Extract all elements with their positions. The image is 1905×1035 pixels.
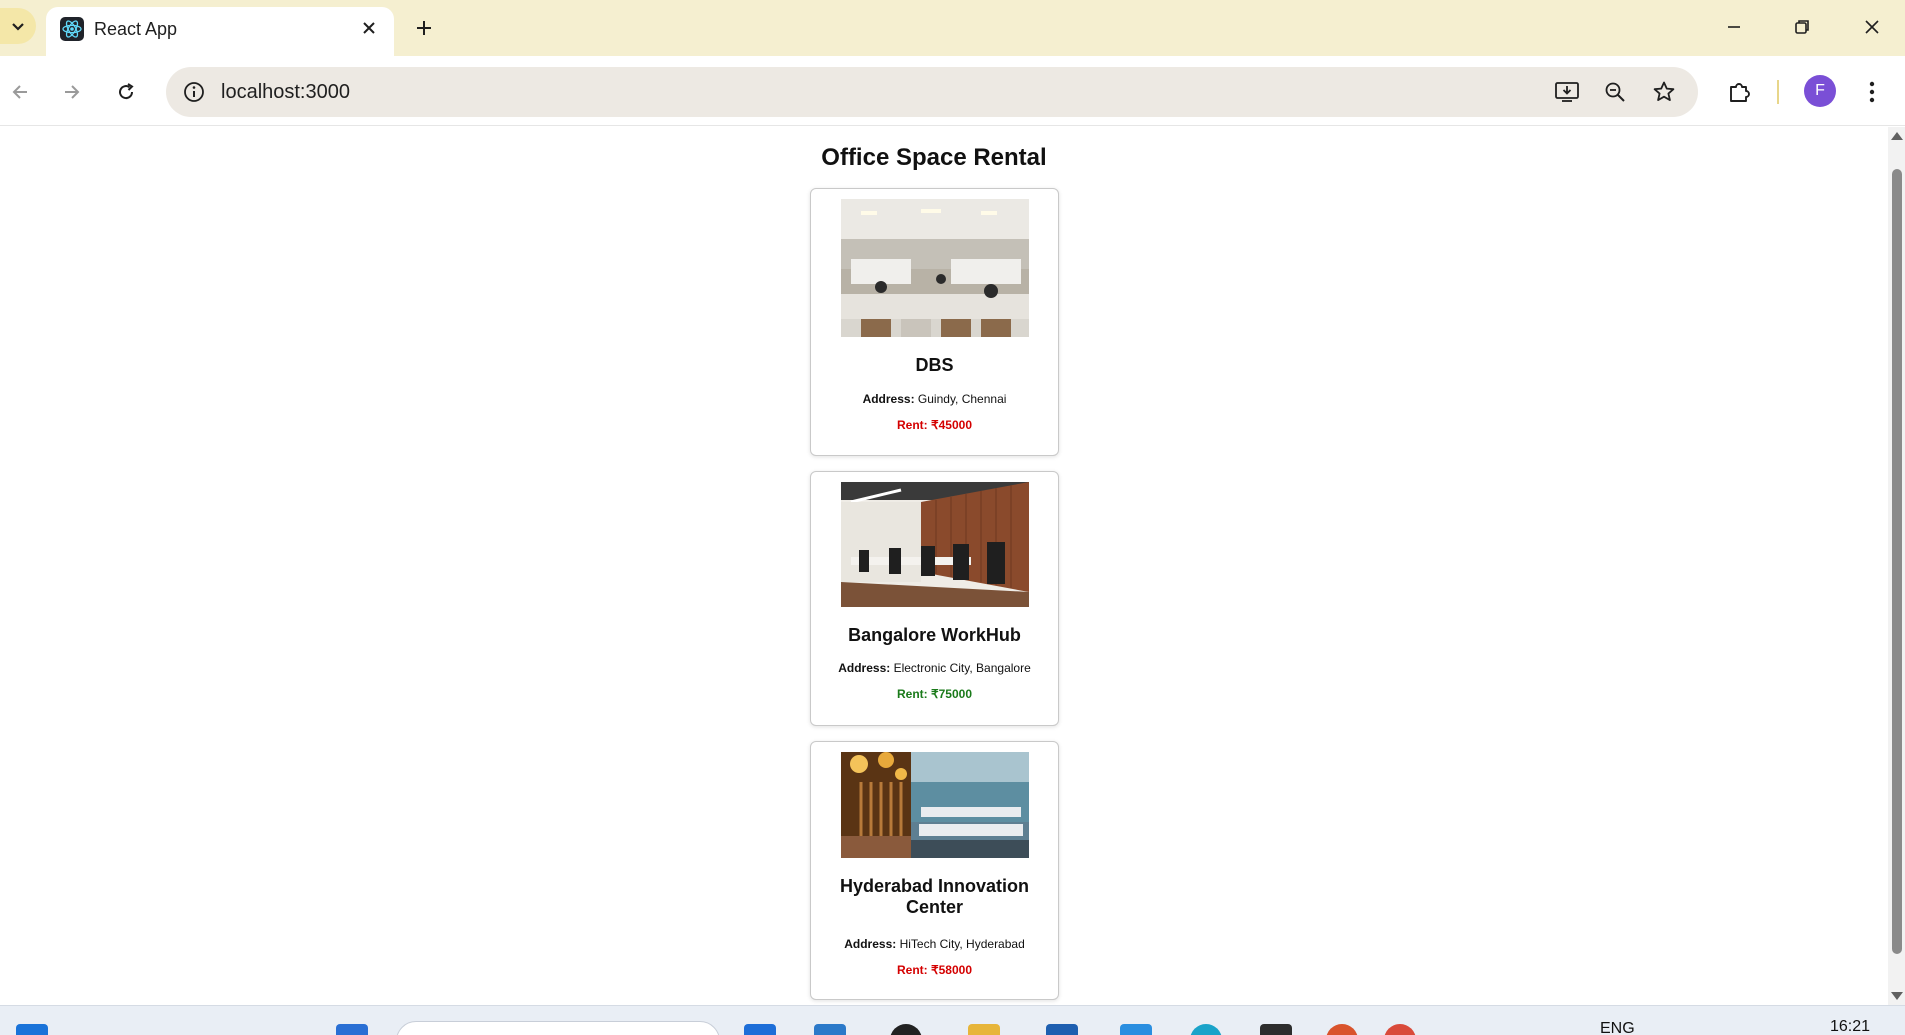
toolbar-divider <box>1777 80 1779 104</box>
scroll-up-arrow-icon[interactable] <box>1891 132 1903 140</box>
minimize-icon <box>1728 26 1740 28</box>
bookmark-star-icon[interactable] <box>1649 77 1679 107</box>
page-title: Office Space Rental <box>821 144 1047 171</box>
office-address: Address: Electronic City, Bangalore <box>815 661 1054 675</box>
language-indicator[interactable]: ENG <box>1600 1020 1635 1035</box>
minimize-button[interactable] <box>1712 10 1756 44</box>
react-logo-icon <box>60 17 84 41</box>
office-rent: Rent: ₹75000 <box>815 687 1054 701</box>
terminal-icon[interactable] <box>1260 1024 1292 1035</box>
office-address: Address: HiTech City, Hyderabad <box>815 937 1054 951</box>
more-vertical-icon <box>1869 81 1875 103</box>
clock-time[interactable]: 16:21 <box>1830 1018 1870 1035</box>
arrow-left-icon <box>12 85 27 99</box>
close-tab-button[interactable] <box>356 15 382 41</box>
app-icon[interactable] <box>1326 1024 1358 1035</box>
rent-value: ₹58000 <box>931 963 973 977</box>
reload-icon <box>119 83 134 100</box>
plus-icon <box>417 21 431 35</box>
rent-label: Rent: <box>896 687 928 701</box>
page-viewport: Office Space Rental DBS Address: Guindy,… <box>0 127 1888 1005</box>
address-bar[interactable]: localhost:3000 <box>166 67 1698 117</box>
site-info-icon[interactable] <box>180 78 208 106</box>
install-app-icon[interactable] <box>1552 77 1582 107</box>
rent-label: Rent: <box>896 963 928 977</box>
active-tab[interactable]: React App <box>46 7 394 56</box>
chrome-icon[interactable] <box>1384 1024 1416 1035</box>
mail-icon[interactable] <box>814 1024 846 1035</box>
office-photo-open-floor <box>841 199 1029 337</box>
office-card: DBS Address: Guindy, Chennai Rent: ₹4500… <box>810 188 1059 456</box>
tab-search-button[interactable] <box>0 8 36 44</box>
puzzle-icon <box>1730 83 1750 102</box>
office-photo-lounge <box>841 752 1029 858</box>
tab-title: React App <box>94 19 178 39</box>
address-label: Address: <box>838 661 891 675</box>
office-rent: Rent: ₹58000 <box>815 963 1054 977</box>
restore-icon <box>1795 20 1809 34</box>
office-address: Address: Guindy, Chennai <box>815 392 1054 406</box>
start-menu-icon[interactable] <box>16 1024 48 1035</box>
arrow-right-icon <box>65 85 80 99</box>
forward-button[interactable] <box>52 72 92 112</box>
office-name: Hyderabad Innovation Center <box>839 876 1030 917</box>
browser-toolbar: localhost:3000 F <box>0 56 1905 126</box>
store-icon[interactable] <box>1046 1024 1078 1035</box>
scroll-down-arrow-icon[interactable] <box>1891 992 1903 1000</box>
rent-value: ₹45000 <box>931 418 973 432</box>
profile-avatar[interactable]: F <box>1804 75 1836 107</box>
address-value: HiTech City, Hyderabad <box>899 937 1025 951</box>
rent-value: ₹75000 <box>931 687 973 701</box>
office-name: DBS <box>915 355 954 375</box>
url-text[interactable]: localhost:3000 <box>221 81 350 104</box>
address-value: Guindy, Chennai <box>917 392 1007 406</box>
close-icon <box>1865 20 1879 34</box>
rent-label: Rent: <box>896 418 928 432</box>
restore-button[interactable] <box>1780 10 1824 44</box>
widgets-icon[interactable] <box>336 1024 368 1035</box>
vscode-icon[interactable] <box>1120 1024 1152 1035</box>
zoom-icon[interactable] <box>1600 77 1630 107</box>
copilot-icon[interactable] <box>744 1024 776 1035</box>
chat-icon[interactable] <box>890 1024 922 1035</box>
address-label: Address: <box>844 937 897 951</box>
windows-taskbar: ENG 16:21 <box>0 1005 1905 1035</box>
new-tab-button[interactable] <box>408 12 440 44</box>
address-label: Address: <box>862 392 915 406</box>
tab-strip: React App <box>0 0 1905 56</box>
file-explorer-icon[interactable] <box>968 1024 1000 1035</box>
office-card: Hyderabad Innovation Center Address: HiT… <box>810 741 1059 1000</box>
office-photo-wood-wall <box>841 482 1029 607</box>
close-icon <box>363 22 375 34</box>
page-scrollbar[interactable] <box>1888 127 1905 1005</box>
scrollbar-thumb[interactable] <box>1892 169 1902 954</box>
office-name: Bangalore WorkHub <box>848 625 1021 645</box>
office-rent: Rent: ₹45000 <box>815 418 1054 432</box>
back-button[interactable] <box>0 72 40 112</box>
reload-button[interactable] <box>106 72 146 112</box>
taskbar-search[interactable] <box>396 1021 720 1035</box>
close-window-button[interactable] <box>1850 10 1894 44</box>
edge-icon[interactable] <box>1190 1024 1222 1035</box>
office-card: Bangalore WorkHub Address: Electronic Ci… <box>810 471 1059 726</box>
menu-button[interactable] <box>1854 74 1890 110</box>
address-value: Electronic City, Bangalore <box>893 661 1031 675</box>
extensions-button[interactable] <box>1722 74 1758 110</box>
chevron-down-icon <box>12 23 24 31</box>
